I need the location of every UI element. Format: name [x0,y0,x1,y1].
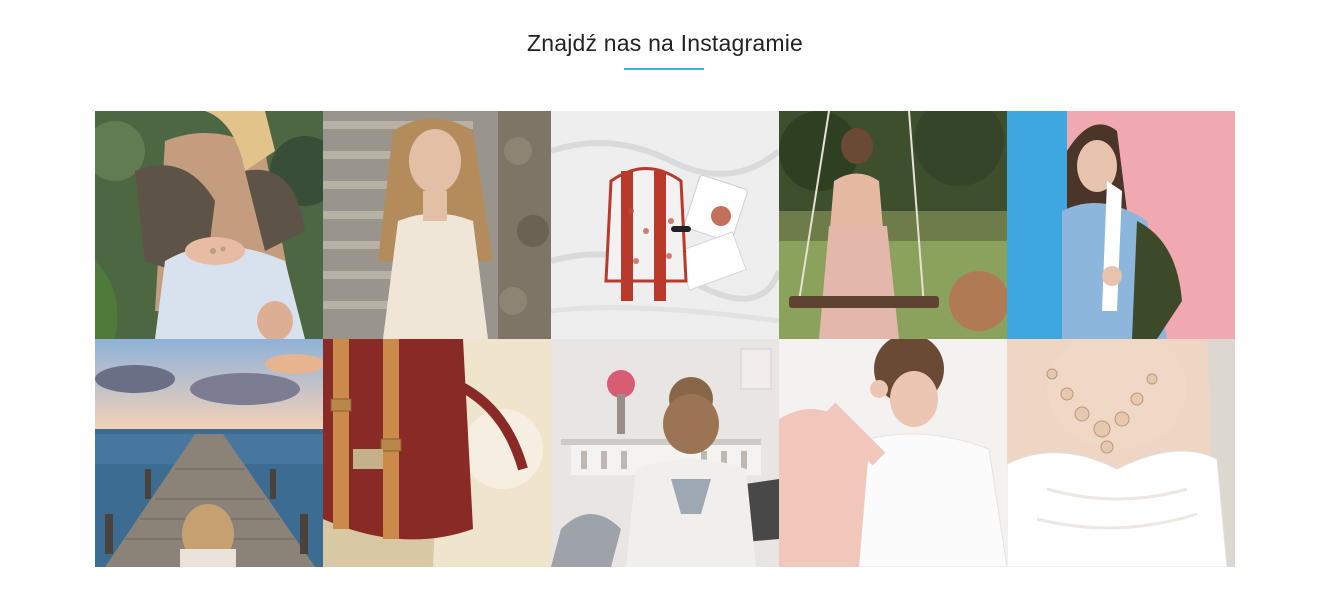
photo-woman-sitting [95,111,323,339]
photo-white-dress [1007,339,1235,567]
photo-woman-pink-jacket [779,339,1007,567]
instagram-photo-4[interactable] [779,111,1007,339]
instagram-photo-1[interactable] [95,111,323,339]
instagram-photo-3[interactable] [551,111,779,339]
instagram-photo-9[interactable] [779,339,1007,567]
instagram-gallery [95,111,1235,567]
section-title: Znajdź nas na Instagramie [526,30,804,56]
photo-woman-swing [779,111,1007,339]
instagram-photo-10[interactable] [1007,339,1235,567]
title-underline [624,68,704,70]
photo-woman-stairs [323,111,551,339]
instagram-photo-7[interactable] [323,339,551,567]
instagram-photo-2[interactable] [323,111,551,339]
photo-woman-denim [1007,111,1235,339]
photo-red-backpack [323,339,551,567]
photo-girl-bun [551,339,779,567]
instagram-photo-6[interactable] [95,339,323,567]
photo-backpack-bed [551,111,779,339]
instagram-photo-5[interactable] [1007,111,1235,339]
instagram-photo-8[interactable] [551,339,779,567]
instagram-section: Znajdź nas na Instagramie [0,0,1330,592]
photo-girl-pier [95,339,323,567]
